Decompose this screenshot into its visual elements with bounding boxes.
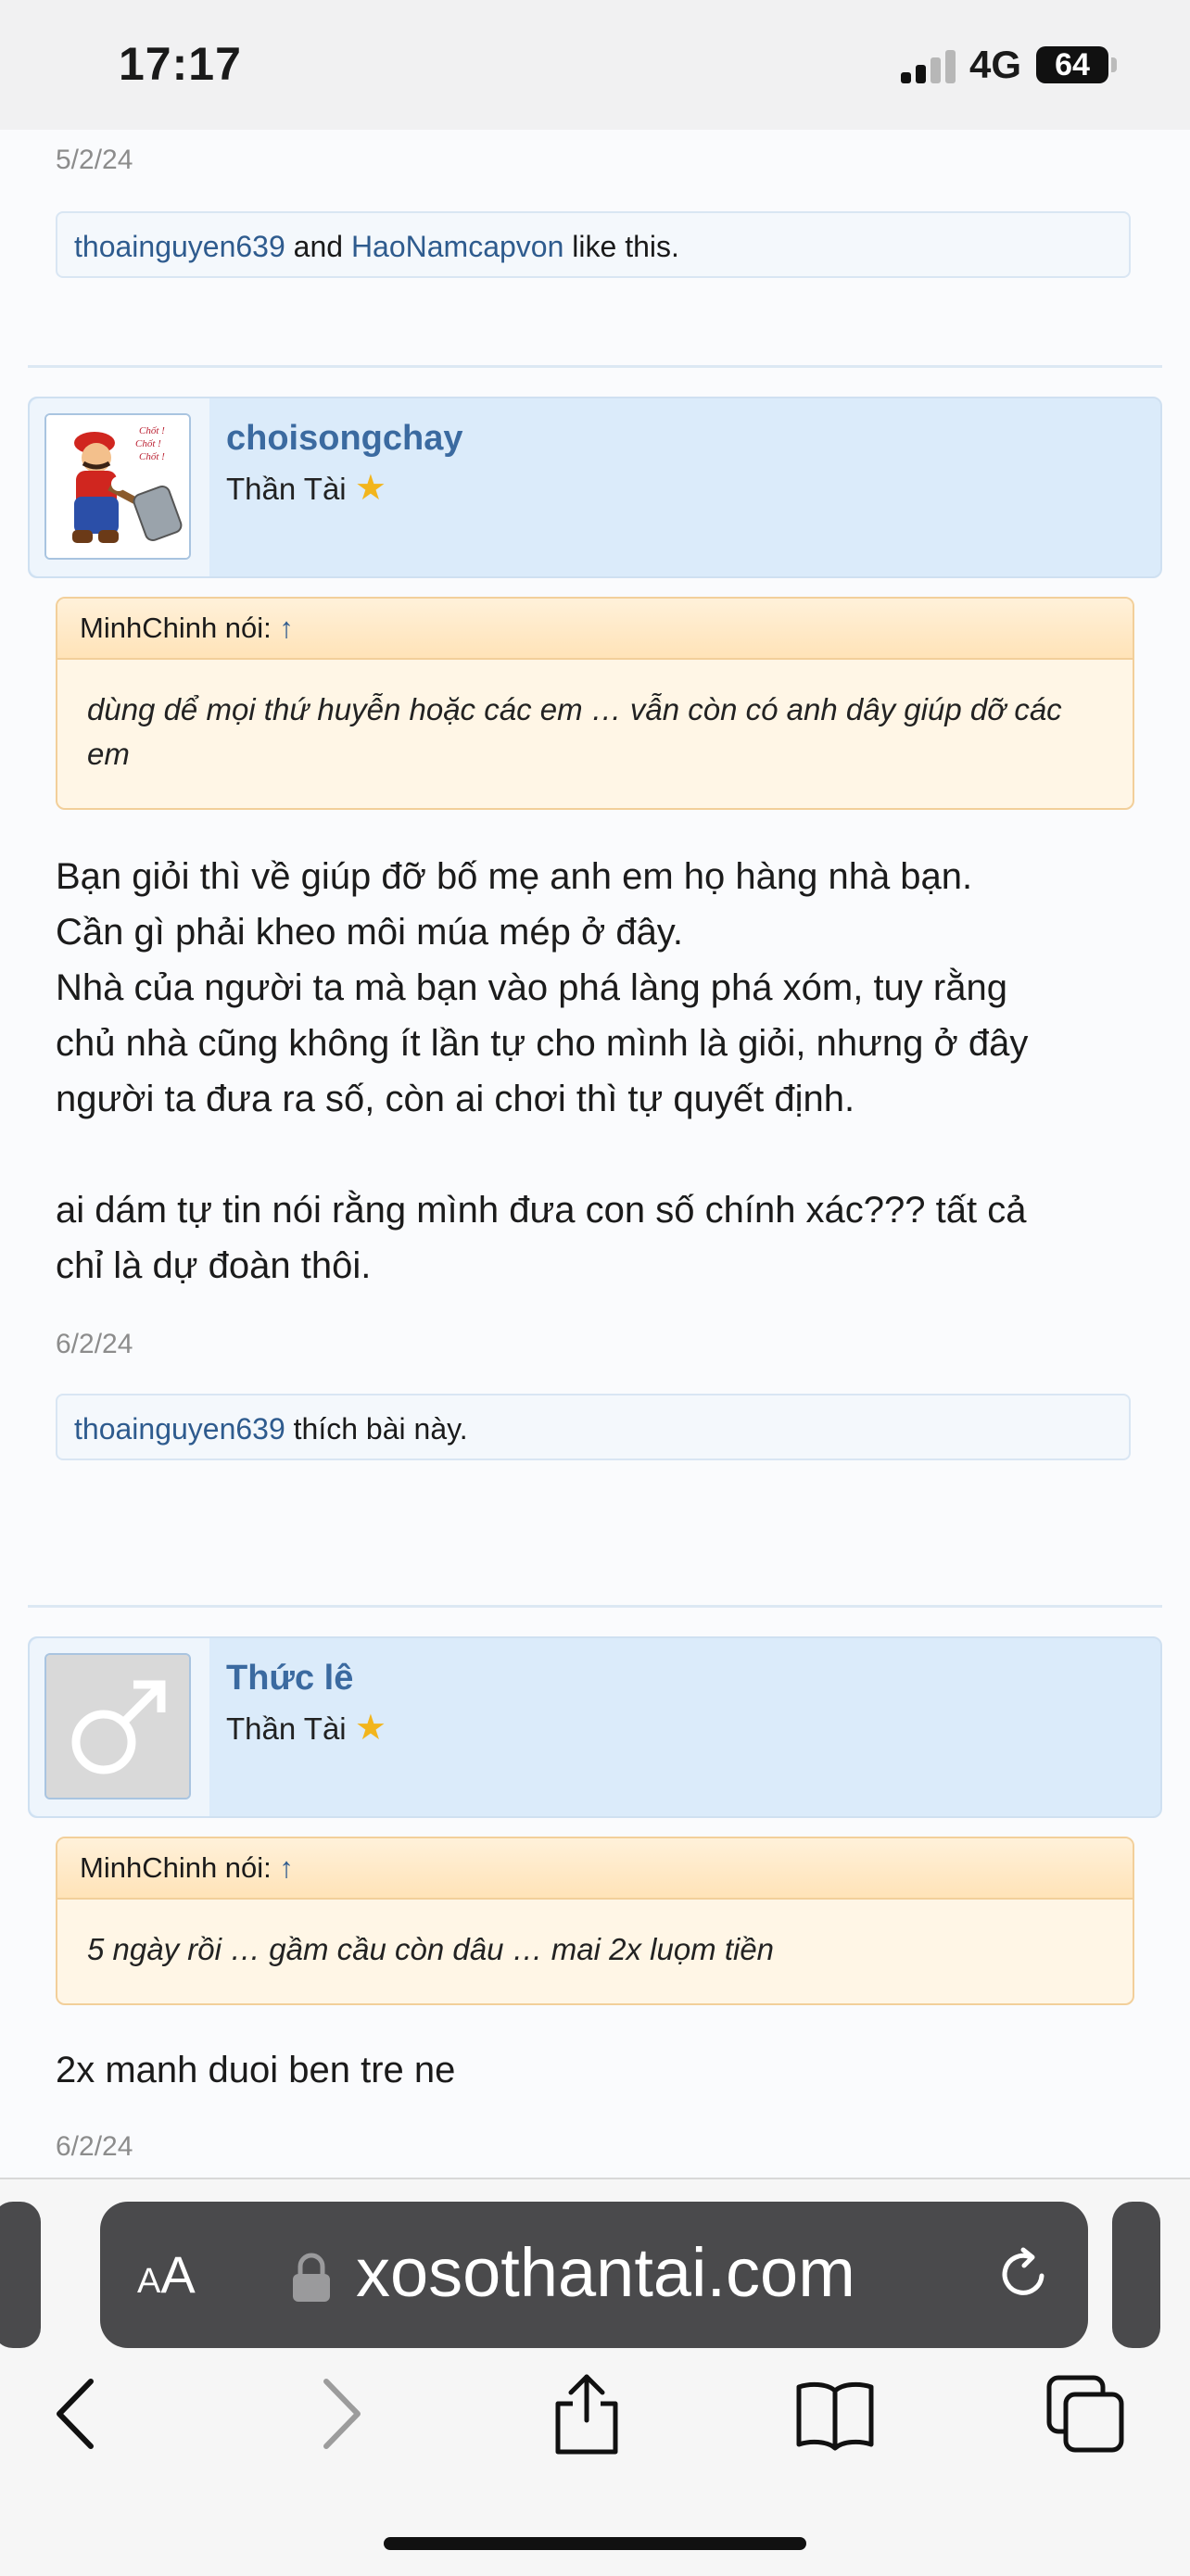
book-icon[interactable] (793, 2372, 877, 2456)
avatar-frame (30, 1638, 209, 1816)
user-rank-label: Thần Tài (226, 472, 347, 506)
avatar-mario-hammer-image: Chốt ! Chốt ! Chốt ! (46, 415, 189, 558)
user-rank: Thần Tài ★ (226, 1707, 386, 1749)
quote-jump-arrow-icon[interactable]: ↑ (279, 1851, 294, 1884)
post-divider (28, 1605, 1162, 1608)
lock-icon (293, 2253, 330, 2302)
quote-author: MinhChinh nói: (80, 612, 272, 644)
previous-tab-edge[interactable] (0, 2202, 41, 2348)
avatar[interactable] (44, 1653, 191, 1799)
message-line: Nhà của người ta mà bạn vào phá làng phá… (56, 967, 1007, 1008)
svg-text:Chốt !: Chốt ! (135, 438, 161, 449)
avatar[interactable]: Chốt ! Chốt ! Chốt ! (44, 413, 191, 560)
post-username[interactable]: choisongchay (226, 419, 463, 459)
avatar-frame: Chốt ! Chốt ! Chốt ! (30, 398, 209, 576)
likes-summary: thoainguyen639 and HaoNamcapvon like thi… (56, 211, 1131, 278)
network-label: 4G (969, 43, 1022, 86)
post-username[interactable]: Thức lê (226, 1659, 353, 1698)
post-message: 2x manh duoi ben tre ne (56, 2050, 456, 2090)
battery-tip (1111, 57, 1117, 72)
message-line: chủ nhà cũng không ít lần tự cho mình là… (56, 1023, 1029, 1064)
message-line: Bạn giỏi thì về giúp đỡ bố mẹ anh em họ … (56, 856, 973, 897)
svg-text:Chốt !: Chốt ! (139, 425, 165, 436)
likes-suffix: like this. (572, 230, 679, 263)
male-symbol-icon (46, 1655, 189, 1798)
star-icon: ★ (354, 469, 386, 508)
message-line: ai dám tự tin nói rằng mình đưa con số c… (56, 1190, 1027, 1231)
post-divider (28, 365, 1162, 368)
post-date: 6/2/24 (56, 1329, 133, 1359)
next-tab-edge[interactable] (1112, 2202, 1160, 2348)
quote-text: dùng dể mọi thứ huyễn hoặc các em … vẫn … (87, 692, 1062, 771)
status-bar: 17:17 4G 64 (0, 0, 1190, 130)
svg-text:Chốt !: Chốt ! (139, 451, 165, 462)
post-date: 5/2/24 (56, 145, 133, 175)
url-text[interactable]: xosothantai.com (356, 2233, 855, 2312)
status-time: 17:17 (119, 38, 242, 90)
quote-text: 5 ngày rồi … gầm cầu còn dâu … mai 2x lu… (87, 1932, 775, 1966)
likes-joiner: and (293, 230, 344, 263)
like-user-link[interactable]: thoainguyen639 (74, 230, 285, 263)
address-bar[interactable]: AA xosothantai.com (100, 2202, 1088, 2348)
battery-icon: 64 (1036, 46, 1108, 83)
star-icon: ★ (354, 1709, 386, 1748)
tabs-icon[interactable] (1044, 2372, 1127, 2456)
quote-block: MinhChinh nói: ↑ dùng dể mọi thứ huyễn h… (56, 597, 1134, 810)
likes-summary: thoainguyen639 thích bài này. (56, 1394, 1131, 1460)
user-rank: Thần Tài ★ (226, 467, 386, 509)
share-icon[interactable] (545, 2372, 628, 2456)
quote-header: MinhChinh nói: ↑ (57, 599, 1133, 660)
signal-icon (901, 50, 956, 83)
message-line: người ta đưa ra số, còn ai chơi thì tự q… (56, 1079, 855, 1119)
quote-author: MinhChinh nói: (80, 1851, 272, 1884)
likes-suffix: thích bài này. (293, 1412, 468, 1446)
like-user-link[interactable]: HaoNamcapvon (351, 230, 563, 263)
like-user-link[interactable]: thoainguyen639 (74, 1412, 285, 1446)
home-indicator[interactable] (384, 2537, 806, 2550)
chevron-left-icon[interactable] (37, 2372, 120, 2456)
quote-block: MinhChinh nói: ↑ 5 ngày rồi … gầm cầu cò… (56, 1837, 1134, 2005)
post-message: Bạn giỏi thì về giúp đỡ bố mẹ anh em họ … (56, 849, 1140, 1294)
quote-jump-arrow-icon[interactable]: ↑ (279, 612, 294, 644)
quote-header: MinhChinh nói: ↑ (57, 1838, 1133, 1900)
chevron-right-icon[interactable] (297, 2372, 380, 2456)
message-line: chỉ là dự đoàn thôi. (56, 1245, 372, 1286)
post-userbar: Thức lê Thần Tài ★ (28, 1636, 1162, 1818)
post-date: 6/2/24 (56, 2131, 133, 2162)
reader-options-button[interactable]: AA (137, 2244, 196, 2305)
post-userbar: Chốt ! Chốt ! Chốt ! choisongchay Thần T… (28, 397, 1162, 578)
user-rank-label: Thần Tài (226, 1711, 347, 1746)
reload-icon[interactable] (995, 2244, 1055, 2304)
message-line: Cần gì phải kheo môi múa mép ở đây. (56, 912, 683, 953)
